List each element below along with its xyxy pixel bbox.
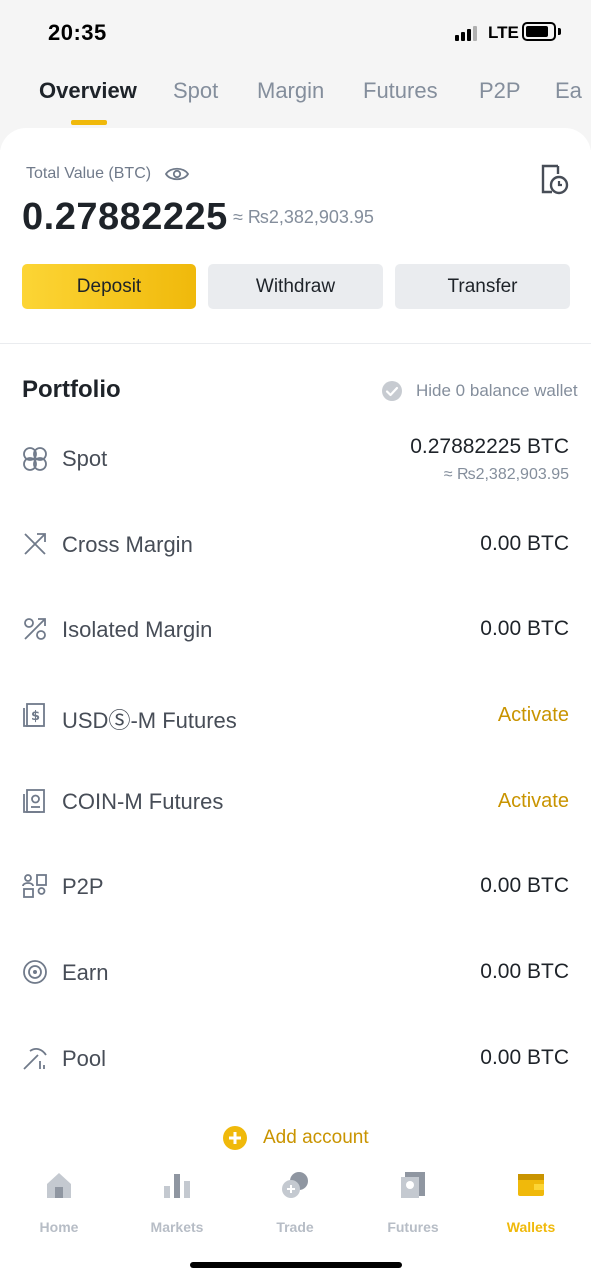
total-btc-value: 0.27882225: [22, 196, 228, 238]
trade-icon: [282, 1172, 308, 1198]
nav-trade[interactable]: Trade: [245, 1170, 345, 1235]
account-name: Cross Margin: [62, 532, 193, 557]
spot-icon: [23, 447, 47, 471]
nav-label: Wallets: [506, 1219, 556, 1235]
account-row-spot[interactable]: Spot 0.27882225 BTC ≈ ₨2,382,903.95: [0, 430, 591, 516]
isolated-margin-icon: [24, 618, 46, 640]
tab-margin[interactable]: Margin: [257, 78, 324, 104]
activate-link[interactable]: Activate: [498, 704, 569, 727]
nav-label: Trade: [276, 1219, 314, 1235]
account-name: Isolated Margin: [62, 617, 213, 642]
coin-futures-icon: [23, 789, 45, 813]
add-account-label: Add account: [263, 1127, 369, 1148]
markets-icon: [164, 1174, 190, 1198]
tab-earn[interactable]: Ea: [555, 78, 582, 104]
svg-text:$: $: [31, 709, 40, 724]
hide-zero-balance-label[interactable]: Hide 0 balance wallet: [416, 381, 578, 401]
nav-label: Futures: [387, 1219, 439, 1235]
tab-futures[interactable]: Futures: [363, 78, 438, 104]
signal-icon: [455, 25, 481, 41]
status-bar: 20:35 LTE: [0, 0, 591, 62]
nav-label: Markets: [150, 1219, 204, 1235]
account-value: 0.00 BTC: [480, 874, 569, 897]
account-row-isolated-margin[interactable]: Isolated Margin 0.00 BTC: [0, 601, 591, 687]
status-time: 20:35: [48, 20, 107, 45]
account-fiat-value: ≈ ₨2,382,903.95: [443, 466, 569, 483]
history-icon[interactable]: [538, 162, 570, 196]
eye-icon[interactable]: [165, 164, 189, 184]
account-name: USDⓈ-M Futures: [62, 708, 237, 733]
account-value: 0.27882225 BTC: [410, 435, 569, 458]
nav-label: Home: [39, 1219, 79, 1235]
account-value: 0.00 BTC: [480, 1046, 569, 1069]
wallets-icon: [518, 1174, 544, 1196]
account-value: 0.00 BTC: [480, 617, 569, 640]
deposit-button[interactable]: Deposit: [22, 264, 196, 309]
withdraw-button[interactable]: Withdraw: [208, 264, 383, 309]
tab-spot[interactable]: Spot: [173, 78, 218, 104]
p2p-icon: [22, 874, 47, 898]
account-row-earn[interactable]: Earn 0.00 BTC: [0, 944, 591, 1030]
add-account-button[interactable]: Add account: [223, 1124, 369, 1152]
plus-circle-icon: [223, 1126, 247, 1150]
pool-icon: [23, 1048, 47, 1070]
total-value-label: Total Value (BTC): [26, 165, 152, 182]
home-indicator: [190, 1262, 402, 1268]
total-fiat-value: ≈ ₨2,382,903.95: [233, 207, 374, 227]
account-name: COIN-M Futures: [62, 789, 224, 814]
usds-futures-icon: $: [23, 703, 45, 727]
wallet-tabs: Overview Spot Margin Futures P2P Ea: [0, 78, 591, 126]
account-value: 0.00 BTC: [480, 960, 569, 983]
nav-home[interactable]: Home: [9, 1170, 109, 1235]
tab-p2p[interactable]: P2P: [479, 78, 521, 104]
account-name: P2P: [62, 874, 104, 899]
account-name: Spot: [62, 446, 108, 471]
account-row-cross-margin[interactable]: Cross Margin 0.00 BTC: [0, 516, 591, 602]
account-row-pool[interactable]: Pool 0.00 BTC: [0, 1030, 591, 1116]
earn-icon: [23, 960, 47, 984]
section-divider: [0, 343, 591, 344]
nav-wallets[interactable]: Wallets: [481, 1170, 581, 1235]
battery-tip: [558, 28, 561, 35]
account-name: Pool: [62, 1046, 107, 1071]
network-label: LTE: [488, 23, 519, 42]
tab-overview[interactable]: Overview: [39, 78, 137, 104]
nav-futures[interactable]: Futures: [363, 1170, 463, 1235]
account-value: 0.00 BTC: [480, 532, 569, 555]
tab-indicator: [71, 120, 107, 125]
transfer-button[interactable]: Transfer: [395, 264, 570, 309]
check-circle-icon[interactable]: [381, 380, 403, 402]
account-row-usds-futures[interactable]: $ USDⓈ-M Futures Activate: [0, 687, 591, 773]
account-row-p2p[interactable]: P2P 0.00 BTC: [0, 858, 591, 944]
portfolio-title: Portfolio: [22, 376, 121, 403]
home-icon: [47, 1173, 71, 1198]
activate-link[interactable]: Activate: [498, 790, 569, 813]
nav-markets[interactable]: Markets: [127, 1170, 227, 1235]
cross-margin-icon: [24, 533, 46, 555]
battery-icon: [522, 22, 556, 41]
account-row-coin-futures[interactable]: COIN-M Futures Activate: [0, 773, 591, 859]
account-name: Earn: [62, 960, 109, 985]
futures-icon: [401, 1172, 425, 1198]
